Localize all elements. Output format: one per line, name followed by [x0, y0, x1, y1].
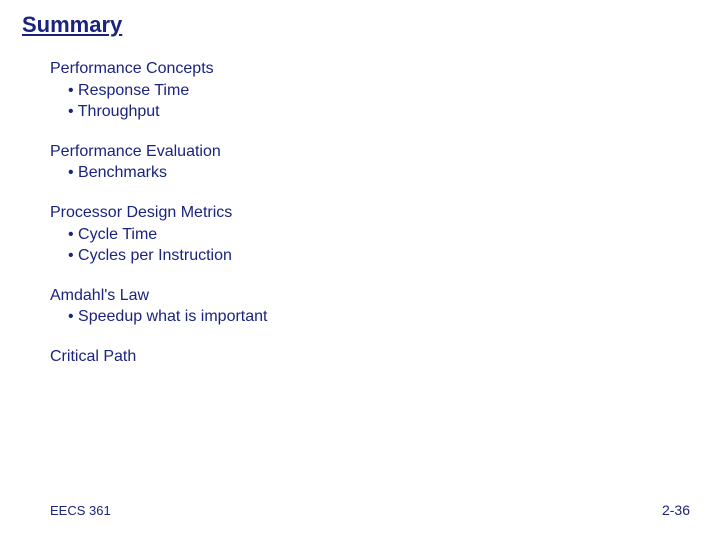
section-performance-concepts: Performance Concepts Response Time Throu…: [50, 58, 268, 123]
section-performance-evaluation: Performance Evaluation Benchmarks: [50, 141, 268, 184]
section-critical-path: Critical Path: [50, 346, 268, 368]
section-amdahls-law: Amdahl's Law Speedup what is important: [50, 285, 268, 328]
section-processor-design-metrics: Processor Design Metrics Cycle Time Cycl…: [50, 202, 268, 267]
footer-course: EECS 361: [50, 503, 111, 518]
bullet-item: Throughput: [50, 101, 268, 123]
bullet-item: Cycle Time: [50, 224, 268, 246]
bullet-item: Cycles per Instruction: [50, 245, 268, 267]
section-head: Performance Concepts: [50, 58, 268, 80]
section-head: Critical Path: [50, 346, 268, 368]
bullet-item: Speedup what is important: [50, 306, 268, 328]
slide: Summary Performance Concepts Response Ti…: [0, 0, 720, 540]
section-head: Processor Design Metrics: [50, 202, 268, 224]
footer-page-number: 2-36: [662, 502, 690, 518]
bullet-item: Benchmarks: [50, 162, 268, 184]
section-head: Performance Evaluation: [50, 141, 268, 163]
section-head: Amdahl's Law: [50, 285, 268, 307]
slide-title: Summary: [22, 12, 122, 38]
bullet-item: Response Time: [50, 80, 268, 102]
slide-content: Performance Concepts Response Time Throu…: [50, 58, 268, 386]
